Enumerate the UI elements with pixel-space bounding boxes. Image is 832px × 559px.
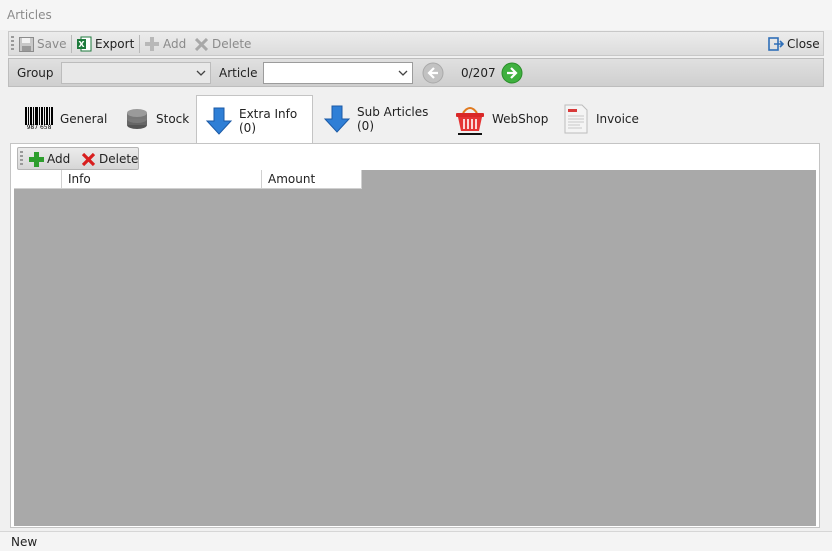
barcode-text: 987 658 [26,124,52,131]
tab-sub-articles[interactable]: Sub Articles (0) [315,95,441,143]
column-header-amount[interactable]: Amount [262,170,362,189]
delete-button[interactable]: Delete [193,35,251,53]
plus-icon [28,151,44,167]
invoice-icon [562,104,590,134]
add-button[interactable]: Add [144,35,186,53]
article-combobox[interactable] [263,62,413,84]
column-header-info[interactable]: Info [62,170,262,189]
group-combobox[interactable] [61,62,211,84]
export-button[interactable]: X Export [76,35,134,53]
extra-info-grid[interactable]: Info Amount [14,170,816,526]
extra-info-delete-button[interactable]: Delete [80,150,138,168]
toolbar-grip[interactable] [11,36,14,52]
toolbar-separator [139,35,140,53]
column-header-label: Amount [268,172,316,186]
window-title-bar: Articles [0,0,832,30]
tab-label: Invoice [596,112,639,126]
main-toolbar: Save X Export Add Delete Close [8,31,824,56]
barcode-icon: 987 658 [24,107,54,131]
delete-label: Delete [212,37,252,51]
save-label: Save [37,37,67,51]
record-counter: 0/207 [461,66,496,80]
save-button[interactable]: Save [18,35,66,53]
delete-x-icon [193,36,209,52]
svg-text:X: X [78,40,85,49]
article-label: Article [219,66,258,80]
delete-x-icon [80,151,96,167]
extra-info-toolbar: Add Delete [17,147,139,170]
row-indicator-header [14,170,62,189]
tab-label: WebShop [492,112,549,126]
tab-stock[interactable]: Stock [116,95,198,143]
status-bar: New [0,531,832,551]
tab-label: Extra Info (0) [239,106,298,135]
tab-label: Sub Articles (0) [357,105,429,133]
tab-strip: 987 658 General Stock Extra Info (0) Sub… [8,90,824,145]
grid-header: Info Amount [14,170,362,189]
arrow-down-icon [205,107,233,135]
database-icon [124,106,150,132]
exit-door-icon [768,36,784,52]
next-arrow-icon[interactable] [501,62,523,84]
tab-label: General [60,112,108,126]
chevron-down-icon [398,70,408,76]
tab-webshop[interactable]: WebShop [446,95,549,143]
basket-icon [454,103,486,135]
group-label: Group [17,66,54,80]
filter-bar: Group Article 0/207 [8,58,824,87]
bottom-edge [0,551,832,559]
delete-label: Delete [99,152,139,166]
close-label: Close [787,37,820,51]
tab-label: Stock [156,112,190,126]
tab-invoice[interactable]: Invoice [554,95,644,143]
close-button[interactable]: Close [768,35,820,53]
column-header-label: Info [68,172,91,186]
toolbar-grip[interactable] [20,151,23,167]
floppy-disk-icon [18,36,34,52]
add-label: Add [163,37,187,51]
window-title: Articles [7,8,52,22]
export-label: Export [95,37,135,51]
status-text: New [11,535,38,549]
arrow-down-icon [323,105,351,133]
toolbar-separator [71,35,72,53]
tab-extra-info[interactable]: Extra Info (0) [196,95,313,145]
plus-icon [144,36,160,52]
previous-arrow-icon[interactable] [422,62,444,84]
tab-general[interactable]: 987 658 General [16,95,108,143]
add-label: Add [47,152,71,166]
excel-icon: X [76,36,92,52]
extra-info-panel: Add Delete Info Amount [10,143,820,528]
extra-info-add-button[interactable]: Add [28,150,70,168]
chevron-down-icon [196,70,206,76]
